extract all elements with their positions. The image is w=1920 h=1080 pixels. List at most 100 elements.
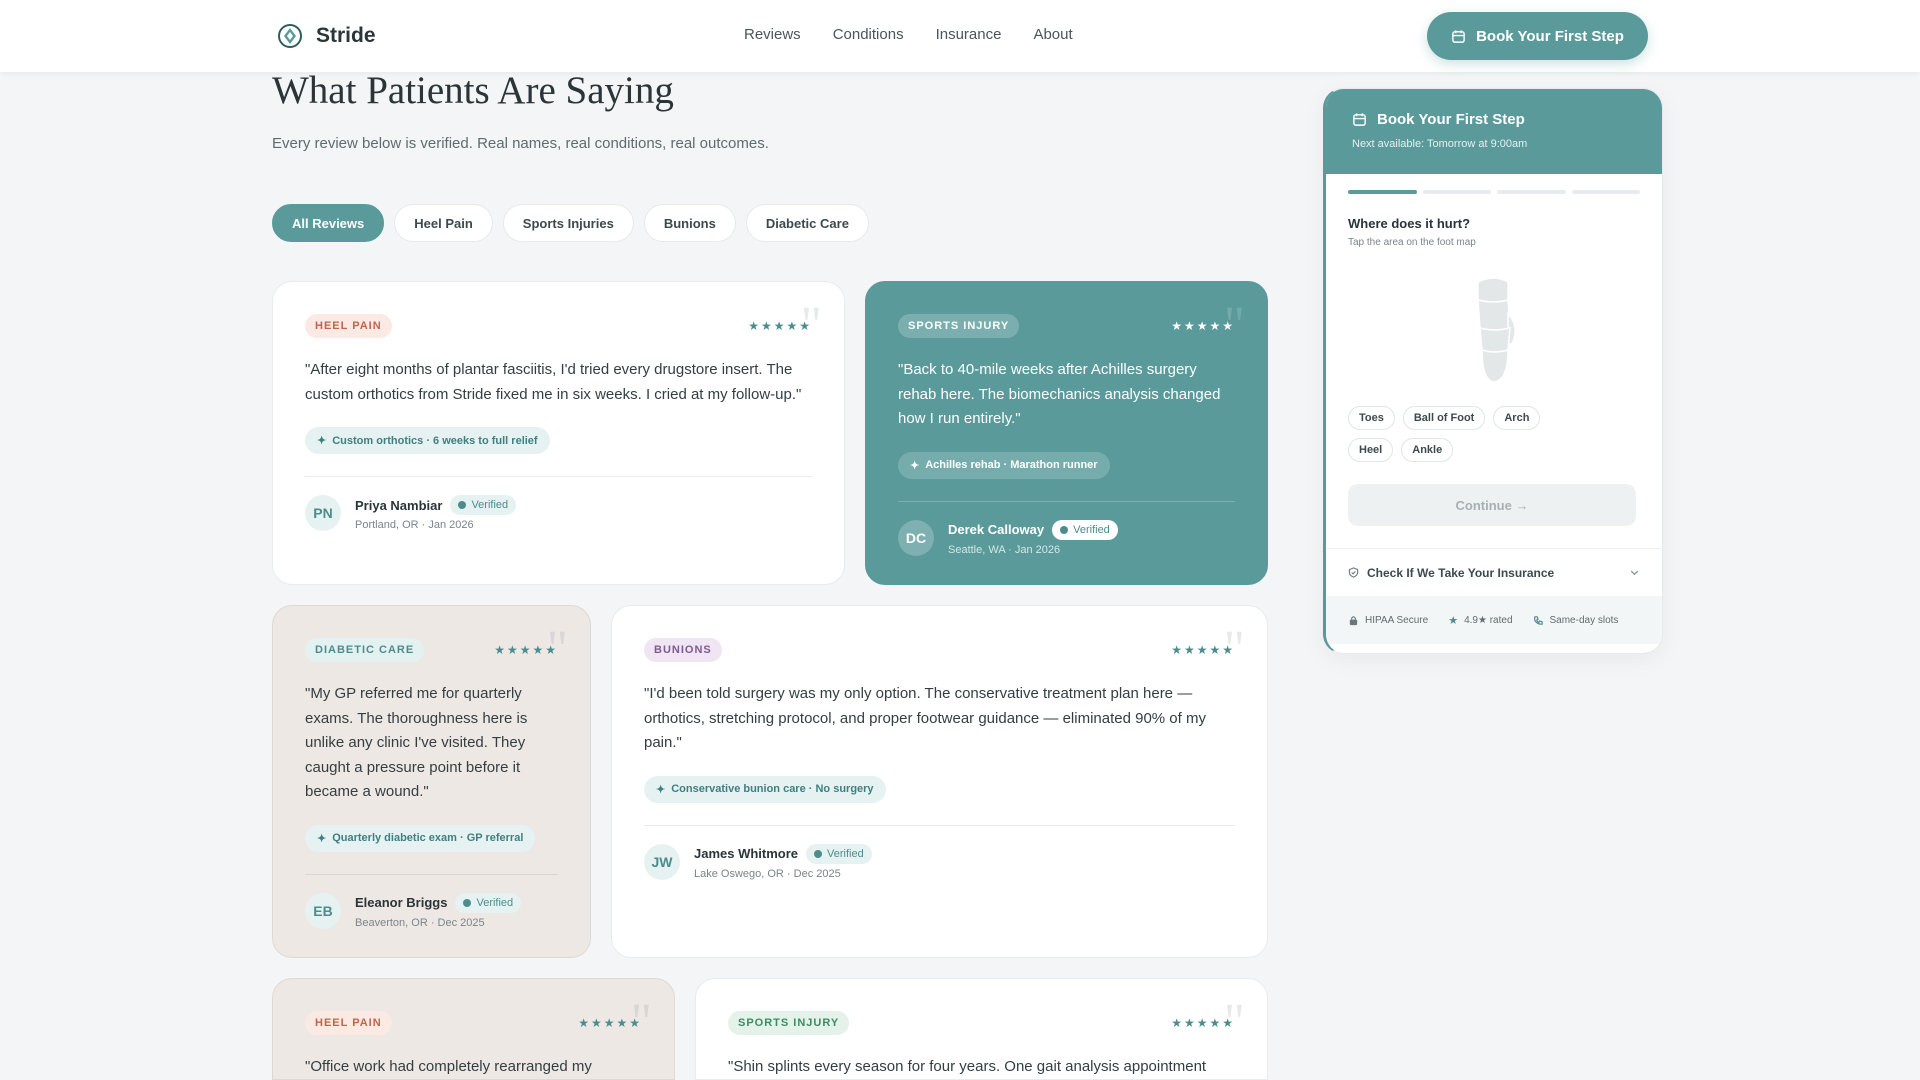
lock-icon	[1349, 615, 1358, 625]
phone-icon	[1533, 615, 1543, 625]
outcome-text: Achilles rehab · Marathon runner	[925, 459, 1098, 471]
booking-title: Book Your First Step	[1377, 111, 1525, 128]
booking-panel: Book Your First Step Next available: Tom…	[1323, 88, 1663, 654]
insurance-label: Check If We Take Your Insurance	[1367, 565, 1555, 580]
review-quote: "After eight months of plantar fasciitis…	[305, 361, 802, 403]
nav-insurance[interactable]: Insurance	[936, 26, 1002, 43]
quote-mark-icon: "	[630, 994, 652, 1051]
area-ball-of-foot[interactable]: Ball of Foot	[1402, 406, 1486, 430]
book-first-step-button[interactable]: Book Your First Step	[1427, 12, 1648, 60]
author-name: Derek Calloway	[948, 522, 1045, 537]
star-icon: ★	[1448, 614, 1459, 627]
verified-dot-icon	[814, 849, 823, 858]
nav-about[interactable]: About	[1033, 26, 1072, 43]
filter-bunions[interactable]: Bunions	[643, 204, 736, 242]
review-quote: "My GP referred me for quarterly exams. …	[305, 685, 528, 800]
review-card: DIABETIC CARE ★★★★★ " "My GP referred me…	[272, 605, 591, 958]
filter-diabetic-care[interactable]: Diabetic Care	[745, 204, 869, 242]
review-card: BUNIONS ★★★★★ " "I'd been told surgery w…	[611, 605, 1268, 958]
outcome-text: Quarterly diabetic exam · GP referral	[332, 832, 524, 844]
review-quote: "I'd been told surgery was my only optio…	[644, 685, 1206, 751]
shield-icon	[1348, 567, 1359, 578]
review-quote: "Office work had completely rearranged m…	[305, 1058, 592, 1075]
nav-conditions[interactable]: Conditions	[833, 26, 904, 43]
verified-badge: Verified	[455, 892, 522, 913]
sparkle-icon: ✦	[910, 459, 920, 472]
area-toes[interactable]: Toes	[1348, 406, 1395, 430]
review-author: JW James Whitmore Verified Lake Oswego, …	[644, 843, 1235, 880]
question-label: Where does it hurt?	[1348, 216, 1471, 231]
outcome-badge: ✦ Quarterly diabetic exam · GP referral	[305, 824, 536, 852]
top-navigation-bar: Stride Reviews Conditions Insurance Abou…	[0, 0, 1920, 72]
trust-hipaa: HIPAA Secure	[1348, 615, 1428, 626]
quote-mark-icon: "	[546, 621, 568, 678]
avatar: EB	[305, 892, 341, 929]
trust-rating-label: 4.9★ rated	[1464, 614, 1513, 626]
verified-dot-icon	[458, 501, 467, 509]
brand-name: Stride	[316, 24, 376, 47]
trust-hipaa-label: HIPAA Secure	[1365, 614, 1429, 626]
area-ankle[interactable]: Ankle	[1401, 438, 1454, 462]
review-filter-bar: All Reviews Heel Pain Sports Injuries Bu…	[272, 204, 869, 242]
outcome-badge: ✦ Conservative bunion care · No surgery	[644, 775, 886, 803]
author-name: Eleanor Briggs	[355, 895, 448, 910]
quote-mark-icon: "	[1223, 994, 1245, 1051]
outcome-badge: ✦ Custom orthotics · 6 weeks to full rel…	[305, 427, 550, 454]
book-first-step-label: Book Your First Step	[1476, 27, 1624, 45]
verified-badge: Verified	[806, 843, 872, 864]
review-quote: "Back to 40-mile weeks after Achilles su…	[898, 361, 1221, 427]
review-card-featured: SPORTS INJURY ★★★★★ " "Back to 40-mile w…	[865, 281, 1268, 585]
filter-heel-pain[interactable]: Heel Pain	[394, 204, 493, 242]
review-quote: "Shin splints every season for four year…	[728, 1058, 1207, 1075]
condition-tag: SPORTS INJURY	[898, 314, 1020, 338]
review-author: PN Priya Nambiar Verified Portland, OR ·…	[305, 495, 812, 531]
main-nav: Reviews Conditions Insurance About	[744, 26, 1073, 43]
progress-step-3	[1497, 190, 1566, 194]
trust-same-day-label: Same-day slots	[1549, 614, 1619, 626]
sparkle-icon: ✦	[317, 832, 327, 845]
insurance-check-toggle[interactable]: Check If We Take Your Insurance	[1326, 548, 1662, 596]
verified-dot-icon	[463, 898, 472, 907]
divider	[305, 873, 558, 875]
progress-step-1	[1348, 190, 1417, 194]
trust-rating: ★ 4.9★ rated	[1448, 614, 1512, 627]
author-name: Priya Nambiar	[355, 497, 443, 513]
verified-label: Verified	[1073, 523, 1110, 536]
step-progress	[1326, 190, 1662, 194]
next-available: Next available: Tomorrow at 9:00am	[1352, 138, 1528, 150]
divider	[305, 476, 812, 477]
quote-mark-icon: "	[800, 297, 822, 354]
author-location-date: Portland, OR · Jan 2026	[355, 519, 474, 531]
verified-label: Verified	[827, 847, 864, 860]
outcome-badge: ✦ Achilles rehab · Marathon runner	[898, 451, 1110, 479]
area-heel[interactable]: Heel	[1348, 438, 1394, 462]
verified-badge: Verified	[1052, 519, 1118, 540]
condition-tag: SPORTS INJURY	[728, 1011, 850, 1035]
filter-sports-injuries[interactable]: Sports Injuries	[502, 204, 634, 242]
nav-reviews[interactable]: Reviews	[744, 26, 801, 43]
condition-tag: HEEL PAIN	[305, 1011, 392, 1035]
logo-mark-icon	[278, 24, 302, 48]
review-card: SPORTS INJURY ★★★★★ " "Shin splints ever…	[695, 978, 1268, 1080]
review-card: HEEL PAIN ★★★★★ " "After eight months of…	[272, 281, 845, 585]
area-arch[interactable]: Arch	[1493, 406, 1541, 430]
filter-all-reviews[interactable]: All Reviews	[272, 204, 385, 242]
verified-label: Verified	[476, 896, 514, 909]
outcome-text: Custom orthotics · 6 weeks to full relie…	[332, 434, 538, 447]
chevron-down-icon	[1630, 570, 1639, 576]
brand[interactable]: Stride	[276, 22, 376, 50]
review-author: EB Eleanor Briggs Verified Beaverton, OR…	[305, 892, 558, 929]
quote-mark-icon: "	[1223, 621, 1245, 678]
outcome-text: Conservative bunion care · No surgery	[671, 783, 874, 795]
condition-tag: BUNIONS	[644, 638, 722, 662]
continue-button[interactable]: Continue →	[1348, 484, 1636, 526]
verified-dot-icon	[1060, 525, 1069, 534]
author-location-date: Lake Oswego, OR · Dec 2025	[694, 867, 841, 880]
progress-step-4	[1571, 190, 1640, 194]
foot-map[interactable]	[1464, 274, 1524, 386]
condition-tag: DIABETIC CARE	[305, 638, 425, 662]
page-subtitle: Every review below is verified. Real nam…	[272, 135, 769, 152]
review-author: DC Derek Calloway Verified Seattle, WA ·…	[898, 519, 1235, 556]
verified-label: Verified	[471, 499, 509, 511]
avatar: DC	[898, 519, 934, 556]
